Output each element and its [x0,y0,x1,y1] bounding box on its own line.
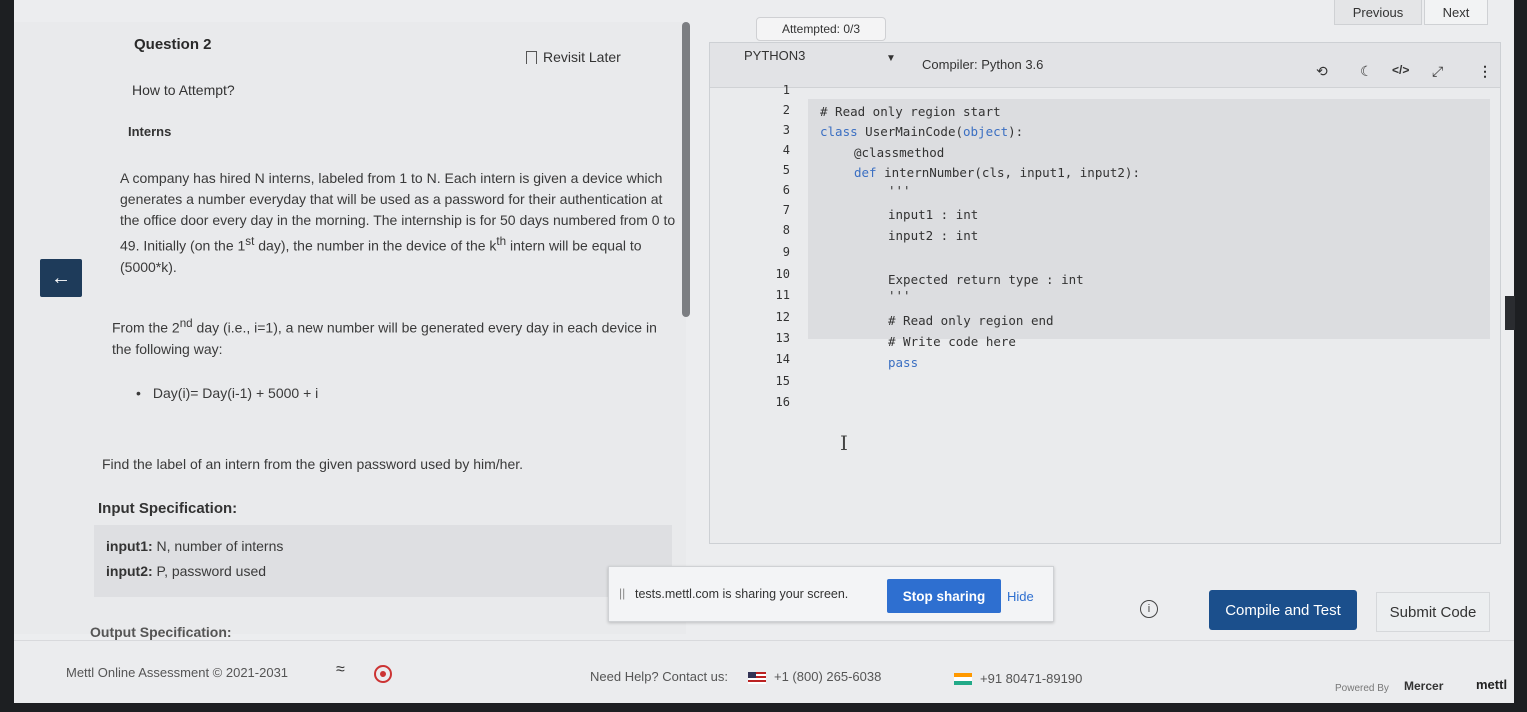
line-number: 7 [782,203,790,217]
code-line-5: def internNumber(cls, input1, input2): [854,165,1140,180]
line-number: 4 [782,143,790,157]
question-title: Question 2 [134,36,212,53]
line-number: 2 [782,103,790,117]
footer: Mettl Online Assessment © 2021-2031 ≈ Ne… [14,640,1514,703]
input1-spec: input1: N, number of interns [106,538,284,554]
formula-bullet: Day(i)= Day(i-1) + 5000 + i [136,383,318,404]
submit-code-button[interactable]: Submit Code [1376,592,1490,632]
code-line-11: ''' [888,288,911,303]
code-line-12: # Read only region end [888,313,1054,328]
reset-icon[interactable]: ⟲ [1316,63,1328,80]
language-select[interactable]: PYTHON3 [744,48,805,63]
line-number: 5 [782,163,790,177]
us-phone: +1 (800) 265-6038 [774,669,882,684]
recording-icon [374,665,392,683]
more-options-icon[interactable]: ⋮ [1478,63,1492,80]
bookmark-icon [526,50,537,67]
text-cursor-icon: I [840,431,848,455]
expand-icon[interactable]: ⤢ [1432,63,1443,80]
line-number: 13 [775,331,790,345]
code-line-8: input2 : int [888,228,979,243]
line-number: 9 [782,245,790,259]
line-number: 12 [775,310,790,324]
india-phone: +91 80471-89190 [980,671,1083,686]
input2-spec: input2: P, password used [106,563,267,579]
copyright: Mettl Online Assessment © 2021-2031 [66,665,289,680]
task-statement: Find the label of an intern from the giv… [102,456,524,472]
side-panel-handle[interactable] [1505,296,1515,330]
wifi-icon: ≈ [336,661,345,678]
powered-by: Powered By [1335,683,1389,694]
how-to-attempt-link[interactable]: How to Attempt? [132,80,235,101]
line-number: 15 [775,374,790,388]
theme-moon-icon[interactable]: ☾ [1360,63,1373,80]
back-arrow-icon[interactable]: ← [40,259,82,297]
line-number: 11 [775,288,790,302]
problem-description: A company has hired N interns, labeled f… [120,170,676,275]
question-scrollbar[interactable] [682,22,690,317]
chevron-down-icon[interactable]: ▼ [886,53,896,64]
screen-share-bar: || tests.mettl.com is sharing your scree… [608,566,1054,622]
problem-name: Interns [128,124,172,139]
line-number: 10 [775,267,790,281]
code-line-6: ''' [888,183,911,198]
line-number: 6 [782,183,790,197]
input-spec-heading: Input Specification: [98,500,238,517]
code-line-13: # Write code here [888,334,1016,349]
line-number: 14 [775,352,790,366]
us-flag-icon [748,672,766,684]
mercer-logo: Mercer [1404,679,1444,693]
help-text: Need Help? Contact us: [590,669,729,684]
question-panel: Question 2 Revisit Later How to Attempt?… [14,22,686,640]
compile-and-test-button[interactable]: Compile and Test [1209,590,1357,630]
previous-button[interactable]: Previous [1334,0,1422,25]
mettl-logo: mettl [1476,677,1508,692]
line-number: 3 [782,123,790,137]
problem-rule: From the 2nd day (i.e., i=1), a new numb… [112,317,657,357]
line-number: 1 [782,83,790,97]
revisit-later-button[interactable]: Revisit Later [526,49,621,67]
next-button[interactable]: Next [1424,0,1488,25]
line-number: 16 [775,395,790,409]
india-flag-icon [954,673,972,685]
share-notice: tests.mettl.com is sharing your screen. [635,587,849,601]
code-line-7: input1 : int [888,207,979,222]
code-editor[interactable]: PYTHON3 ▼ Compiler: Python 3.6 ⟲ ☾ </> ⤢… [709,42,1501,544]
attempted-counter: Attempted: 0/3 [756,17,886,41]
code-line-3: class UserMainCode(object): [820,124,1024,139]
screen: Previous Next Attempted: 0/3 Question 2 … [14,0,1514,703]
code-format-icon[interactable]: </> [1392,63,1409,77]
code-line-10: Expected return type : int [888,272,1084,287]
hide-button[interactable]: Hide [1007,589,1034,604]
info-icon[interactable]: i [1140,600,1158,618]
drag-handle-icon[interactable]: || [619,586,625,600]
code-line-4: @classmethod [854,145,945,160]
code-line-14: pass [888,355,919,370]
code-line-2: # Read only region start [820,104,1001,119]
compiler-label: Compiler: Python 3.6 [922,57,1044,72]
revisit-later-label: Revisit Later [543,49,621,65]
line-number: 8 [782,223,790,237]
stop-sharing-button[interactable]: Stop sharing [887,579,1001,613]
editor-toolbar: PYTHON3 ▼ Compiler: Python 3.6 ⟲ ☾ </> ⤢… [710,43,1500,88]
